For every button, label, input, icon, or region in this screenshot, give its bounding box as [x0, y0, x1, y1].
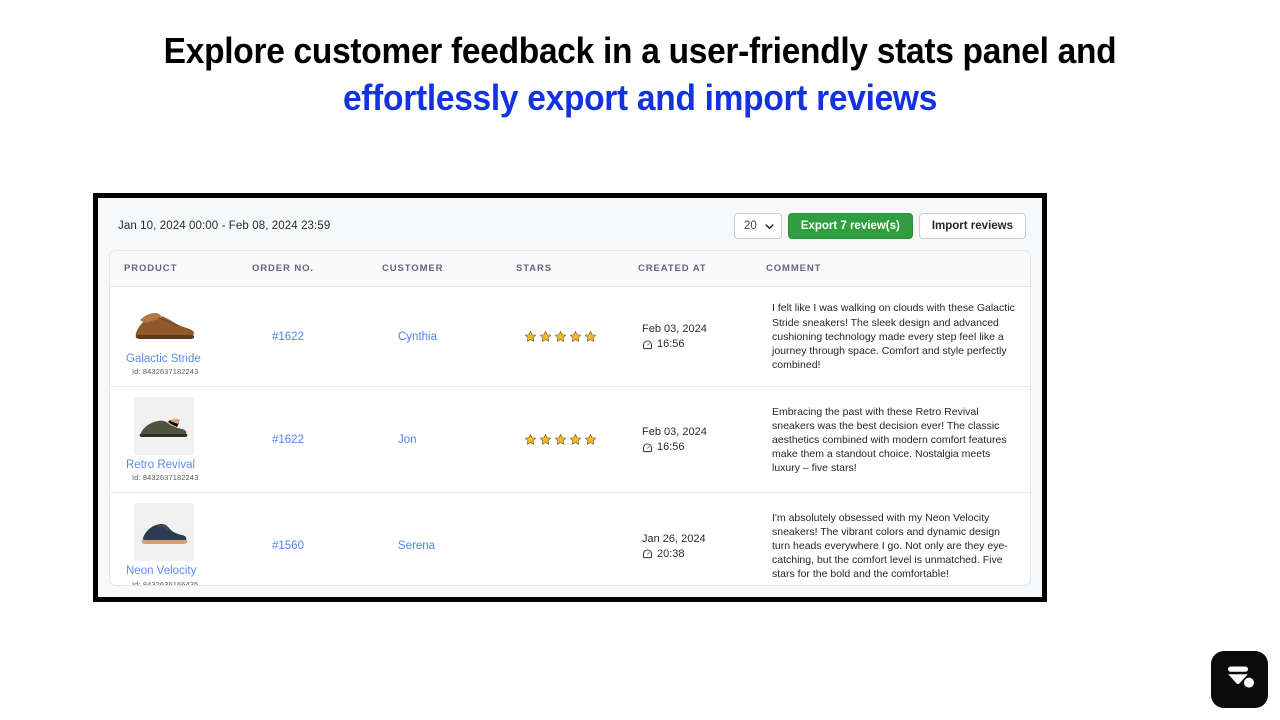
star-icon: [569, 433, 582, 446]
created-date: Jan 26, 2024: [642, 532, 706, 545]
cell-customer: Cynthia: [382, 286, 516, 388]
star-icon: [554, 330, 567, 343]
star-rating: [524, 330, 638, 343]
reviews-table: PRODUCT ORDER NO. CUSTOMER STARS CREATED…: [110, 251, 1030, 586]
table-body: Galactic Stride Id: 8432637182243 #1622 Cyn…: [110, 286, 1030, 586]
customer-link[interactable]: Jon: [398, 434, 417, 446]
cell-order-no: #1622: [252, 386, 382, 494]
column-header-order-no[interactable]: ORDER NO.: [252, 251, 382, 287]
column-header-comment[interactable]: COMMENT: [766, 251, 1030, 287]
export-reviews-button[interactable]: Export 7 review(s): [787, 213, 913, 239]
column-header-created-at[interactable]: CREATED AT: [638, 251, 766, 287]
star-icon: [584, 433, 597, 446]
table-row: Retro Revival Id: 8432637182243 #1622 Jon Fe…: [110, 386, 1030, 494]
funnel-logo-icon: [1223, 660, 1257, 699]
product-thumb[interactable]: [124, 503, 204, 562]
brand-logo-badge[interactable]: [1211, 651, 1268, 708]
star-icon: [539, 330, 552, 343]
created-time: 16:56: [657, 338, 685, 351]
star-rating: [524, 433, 638, 446]
reviews-toolbar: Jan 10, 2024 00:00 - Feb 08, 2024 23:59 …: [109, 211, 1031, 241]
cell-created-at: Feb 03, 2024 16:56: [638, 386, 766, 494]
created-time-row: 16:56: [642, 338, 766, 350]
star-icon: [554, 433, 567, 446]
headline-line-1: Explore customer feedback in a user-frie…: [163, 30, 1117, 71]
cell-customer: Jon: [382, 386, 516, 494]
page-headline: Explore customer feedback in a user-frie…: [0, 0, 1280, 116]
page-size-select[interactable]: 20: [733, 213, 782, 239]
cell-stars: [516, 386, 638, 494]
date-range-label: Jan 10, 2024 00:00 - Feb 08, 2024 23:59: [118, 220, 331, 232]
cell-product: Neon Velocity Id: 8432636166435: [110, 493, 252, 586]
table-row: Galactic Stride Id: 8432637182243 #1622 Cyn…: [110, 286, 1030, 388]
reviews-panel-inner: Jan 10, 2024 00:00 - Feb 08, 2024 23:59 …: [98, 198, 1042, 597]
product-name-link[interactable]: Neon Velocity: [126, 565, 252, 578]
product-image-brown-dress-shoe: [135, 313, 195, 339]
star-icon: [569, 330, 582, 343]
created-time: 16:56: [657, 441, 685, 454]
created-date: Feb 03, 2024: [642, 426, 707, 439]
reviews-panel: Jan 10, 2024 00:00 - Feb 08, 2024 23:59 …: [93, 193, 1047, 602]
column-header-customer[interactable]: CUSTOMER: [382, 251, 516, 287]
product-name-link[interactable]: Galactic Stride: [126, 353, 252, 366]
cell-product: Retro Revival Id: 8432637182243: [110, 386, 252, 494]
product-thumb[interactable]: [124, 397, 204, 456]
star-icon: [524, 433, 537, 446]
clock-icon: [642, 339, 653, 350]
created-date: Feb 03, 2024: [642, 323, 707, 336]
headline-line-2: effortlessly export and import reviews: [342, 77, 938, 118]
clock-icon: [642, 548, 653, 559]
cell-product: Galactic Stride Id: 8432637182243: [110, 286, 252, 388]
created-time: 20:38: [657, 547, 685, 560]
clock-icon: [642, 442, 653, 453]
star-icon: [584, 330, 597, 343]
order-no-link[interactable]: #1622: [272, 331, 304, 343]
order-no-link[interactable]: #1560: [272, 540, 304, 552]
column-header-stars[interactable]: STARS: [516, 251, 638, 287]
product-image-navy-sneaker: [134, 503, 194, 562]
star-icon: [524, 330, 537, 343]
order-no-link[interactable]: #1622: [272, 434, 304, 446]
created-time-row: 20:38: [642, 548, 766, 560]
product-id-label: Id: 8432637182243: [132, 473, 199, 483]
product-id-label: Id: 8432636166435: [132, 579, 199, 586]
product-name-link[interactable]: Retro Revival: [126, 459, 252, 472]
cell-created-at: Jan 26, 2024 20:38: [638, 493, 766, 585]
customer-link[interactable]: Cynthia: [398, 331, 437, 343]
toolbar-actions: 20 Export 7 review(s) Import reviews: [733, 213, 1026, 239]
table-head: PRODUCT ORDER NO. CUSTOMER STARS CREATED…: [110, 251, 1030, 287]
cell-stars: [516, 286, 638, 388]
chevron-down-icon: [765, 222, 774, 231]
customer-link[interactable]: Serena: [398, 540, 435, 552]
created-time-row: 16:56: [642, 441, 766, 453]
star-icon: [539, 433, 552, 446]
column-header-product[interactable]: PRODUCT: [110, 251, 252, 287]
page-size-value: 20: [743, 220, 757, 232]
cell-created-at: Feb 03, 2024 16:56: [638, 286, 766, 388]
cell-order-no: #1622: [252, 286, 382, 388]
cell-stars: [516, 493, 638, 585]
table-header-row: PRODUCT ORDER NO. CUSTOMER STARS CREATED…: [110, 251, 1030, 287]
cell-comment: I felt like I was walking on clouds with…: [766, 286, 1030, 388]
table-row: Neon Velocity Id: 8432636166435 #1560 Seren…: [110, 493, 1030, 586]
product-thumb[interactable]: [124, 297, 204, 349]
cell-comment: I'm absolutely obsessed with my Neon Vel…: [772, 511, 1008, 581]
product-id-label: Id: 8432637182243: [132, 367, 199, 377]
cell-customer: Serena: [382, 493, 516, 585]
cell-order-no: #1560: [252, 493, 382, 585]
cell-comment: Embracing the past with these Retro Revi…: [766, 386, 1030, 494]
product-image-olive-green-sneaker: [134, 397, 194, 456]
import-reviews-button[interactable]: Import reviews: [918, 213, 1026, 239]
reviews-table-card: PRODUCT ORDER NO. CUSTOMER STARS CREATED…: [109, 250, 1031, 586]
